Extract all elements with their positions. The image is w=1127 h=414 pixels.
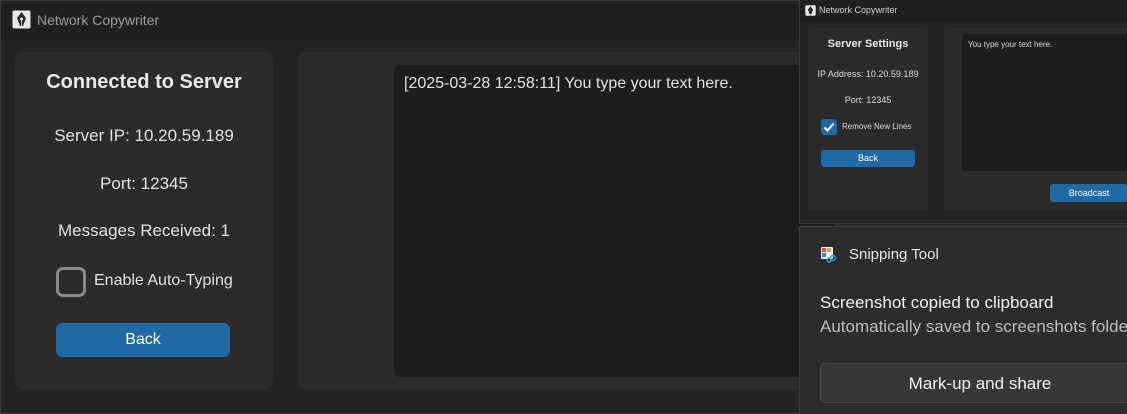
fountain-pen-icon bbox=[805, 5, 816, 16]
preview-window-title: Network Copywriter bbox=[819, 5, 898, 15]
preview-input-textbox: You type your text here. bbox=[962, 34, 1127, 171]
preview-title-bar: Network Copywriter bbox=[800, 0, 1127, 22]
preview-ip-label: IP Address: 10.20.59.189 bbox=[817, 69, 919, 79]
auto-typing-label[interactable]: Enable Auto-Typing bbox=[94, 272, 233, 290]
port-label: Port: 12345 bbox=[100, 174, 188, 193]
connection-status-title: Connected to Server bbox=[46, 71, 242, 93]
snipping-tool-icon bbox=[821, 247, 837, 263]
notification-body: Automatically saved to screenshots folde… bbox=[820, 317, 1127, 336]
auto-typing-checkbox[interactable] bbox=[56, 267, 86, 297]
notification-heading: Screenshot copied to clipboard bbox=[820, 293, 1054, 312]
preview-input-text: You type your text here. bbox=[968, 40, 1053, 49]
window-title: Network Copywriter bbox=[37, 12, 160, 28]
preview-broadcast-button: Broadcast bbox=[1050, 184, 1127, 202]
checkmark-icon bbox=[823, 122, 835, 132]
snipping-tool-notification[interactable]: Snipping Tool Screenshot copied to clipb… bbox=[799, 226, 1127, 414]
preview-input-panel: You type your text here. Broadcast bbox=[944, 28, 1127, 210]
markup-and-share-button[interactable]: Mark-up and share bbox=[820, 363, 1127, 403]
preview-remove-newlines-label: Remove New Lines bbox=[842, 122, 912, 131]
connection-panel: Connected to Server Server IP: 10.20.59.… bbox=[15, 52, 273, 390]
preview-settings-title: Server Settings bbox=[827, 38, 909, 50]
message-log-entry: [2025-03-28 12:58:11] You type your text… bbox=[404, 75, 733, 92]
preview-port-label: Port: 12345 bbox=[844, 95, 892, 105]
fountain-pen-icon bbox=[12, 10, 31, 29]
notification-app-name: Snipping Tool bbox=[849, 246, 939, 263]
screenshot-preview[interactable]: Network Copywriter Server Settings IP Ad… bbox=[799, 0, 1127, 224]
server-ip-label: Server IP: 10.20.59.189 bbox=[54, 126, 234, 145]
preview-settings-panel: Server Settings IP Address: 10.20.59.189… bbox=[808, 28, 928, 210]
message-log-textbox[interactable]: [2025-03-28 12:58:11] You type your text… bbox=[394, 65, 834, 377]
back-button[interactable]: Back bbox=[56, 323, 230, 357]
preview-remove-newlines-checkbox bbox=[821, 119, 837, 135]
preview-back-button: Back bbox=[821, 150, 915, 167]
messages-received-label: Messages Received: 1 bbox=[58, 221, 230, 240]
